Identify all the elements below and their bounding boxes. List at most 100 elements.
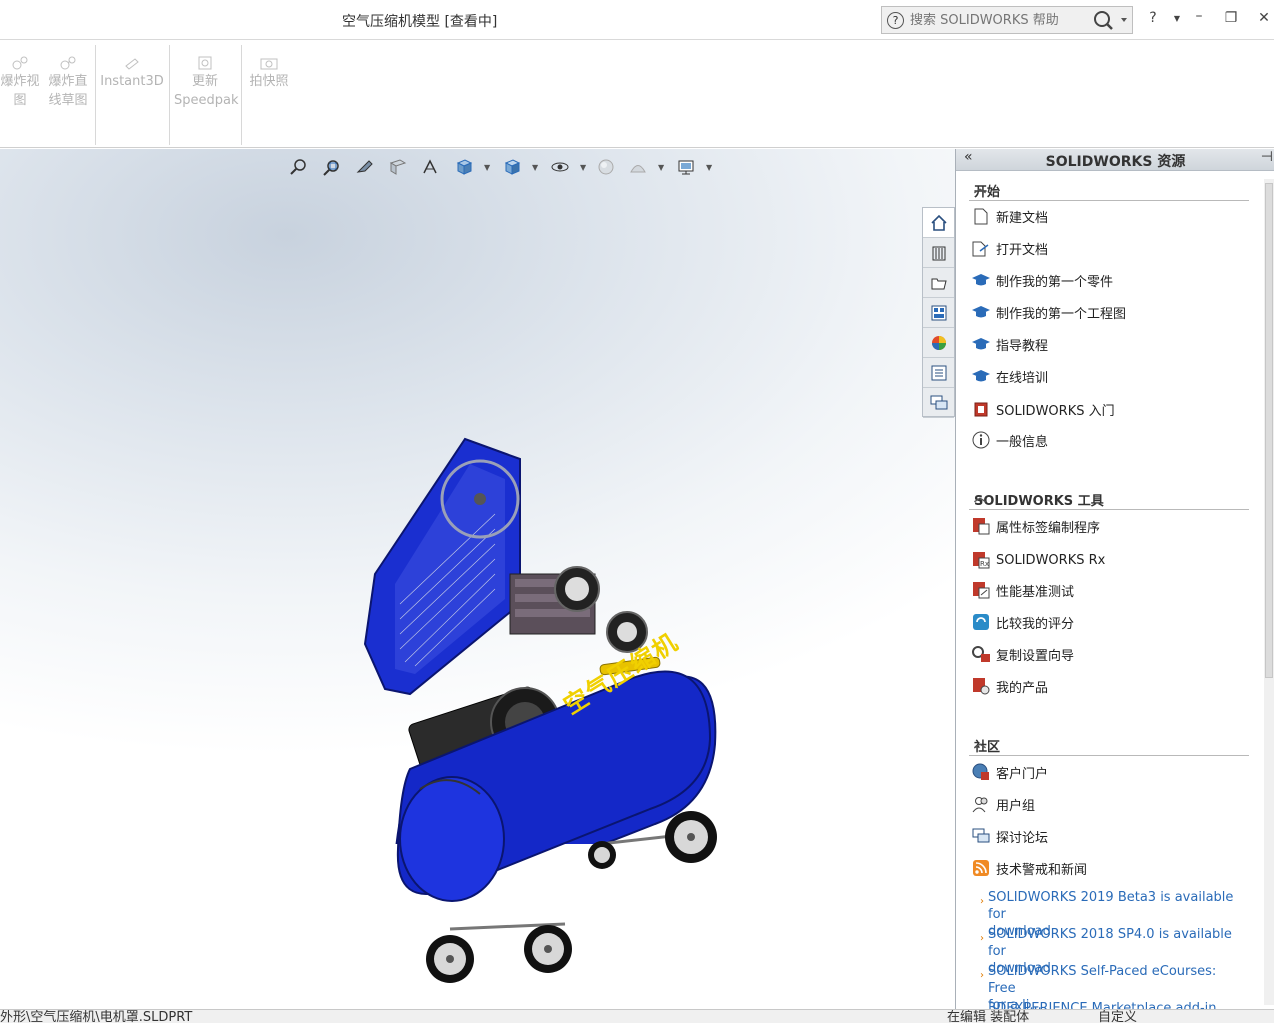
restore-button[interactable]: ❐ [1222, 10, 1240, 26]
rear-left-wheel [588, 841, 616, 869]
link-label: 一般信息 [996, 434, 1049, 450]
bullet-icon: › [980, 933, 984, 944]
tab-file-explorer[interactable] [923, 268, 954, 298]
hide-show-items-icon[interactable] [550, 157, 570, 177]
help-search-input[interactable] [910, 10, 1086, 30]
link-tech-alerts-news[interactable]: 技术警戒和新闻 [971, 857, 1087, 879]
tab-custom-properties[interactable] [923, 358, 954, 388]
dynamic-annotation-icon[interactable] [421, 157, 441, 177]
news-line-1: SOLIDWORKS Self-Paced eCourses: Free [988, 964, 1217, 996]
pin-pane-button[interactable]: ⊣ [1261, 149, 1273, 165]
minimize-button[interactable]: – [1190, 8, 1208, 24]
hide-show-dropdown-icon[interactable]: ▼ [580, 163, 586, 172]
ribbon-separator [169, 45, 170, 145]
link-discussion-forum[interactable]: 探讨论坛 [971, 825, 1048, 847]
link-general-info[interactable]: 一般信息 [971, 429, 1048, 451]
camera-icon [260, 58, 278, 70]
home-icon [930, 214, 947, 231]
status-file-path: 外形\空气压缩机\电机罩.SLDPRT [0, 1010, 193, 1023]
link-solidworks-intro[interactable]: SOLIDWORKS 入门 [971, 398, 1115, 420]
link-label: 制作我的第一个零件 [996, 274, 1114, 290]
view-orientation-dropdown-icon[interactable]: ▼ [484, 163, 490, 172]
view-settings-icon[interactable] [676, 157, 696, 177]
tab-solidworks-resources[interactable] [923, 208, 954, 238]
tab-appearances[interactable] [923, 328, 954, 358]
close-button[interactable]: ✕ [1255, 10, 1273, 26]
link-new-document[interactable]: 新建文档 [971, 205, 1048, 227]
search-icon[interactable] [1090, 9, 1130, 31]
snapshot-button[interactable]: 拍快照 [246, 56, 292, 91]
scrollbar-thumb[interactable] [1265, 183, 1273, 678]
forum-icon [971, 827, 991, 845]
section-view-icon[interactable] [388, 157, 408, 177]
link-label: 指导教程 [996, 338, 1049, 354]
link-label: 比较我的评分 [996, 616, 1075, 632]
view-palette-icon [931, 305, 946, 320]
link-copy-settings-wizard[interactable]: 复制设置向导 [971, 643, 1074, 665]
link-property-tab-builder[interactable]: 属性标签编制程序 [971, 515, 1100, 537]
link-label: 复制设置向导 [996, 648, 1075, 664]
help-question-icon[interactable]: ? [887, 12, 904, 29]
link-compare-score[interactable]: 比较我的评分 [971, 611, 1074, 633]
tab-view-palette[interactable] [923, 298, 954, 328]
compare-icon [971, 613, 991, 631]
section-header-tools[interactable]: SOLIDWORKS 工具 ︿ [969, 488, 1249, 510]
apply-scene-icon[interactable] [628, 157, 648, 177]
chevron-up-icon[interactable]: ︿ [974, 734, 1241, 751]
custom-properties-icon [931, 365, 946, 380]
task-pane-scrollbar[interactable] [1264, 179, 1274, 1005]
display-style-icon[interactable] [502, 157, 522, 177]
chevron-up-icon[interactable]: ︿ [974, 179, 1241, 196]
link-customer-portal[interactable]: 客户门户 [971, 761, 1048, 783]
tab-forum[interactable] [923, 388, 954, 418]
update-speedpak-button[interactable]: 更新 Speedpak [174, 56, 239, 110]
link-label: 技术警戒和新闻 [996, 862, 1088, 878]
help-dropdown-icon[interactable]: ▼ [1168, 14, 1186, 23]
instant3d-button[interactable]: Instant3D [100, 56, 164, 91]
link-solidworks-rx[interactable]: Rx SOLIDWORKS Rx [971, 549, 1105, 571]
link-label: 新建文档 [996, 210, 1049, 226]
graphics-area[interactable]: ▼ ▼ ▼ ▼ ▼ 空气压缩机 [0, 149, 955, 1009]
section-header-community[interactable]: 社区 ︿ [969, 734, 1249, 756]
instant3d-icon [125, 58, 139, 70]
explode-line-sketch-button[interactable]: 爆炸直 线草图 [44, 56, 92, 110]
link-user-group[interactable]: 用户组 [971, 793, 1035, 815]
front-left-wheel [426, 935, 474, 983]
explode-view-label-2: 图 [13, 93, 27, 108]
graduation-cap-icon [971, 367, 991, 385]
solidworks-icon [971, 400, 991, 418]
link-label: 探讨论坛 [996, 830, 1049, 846]
link-label: 我的产品 [996, 680, 1049, 696]
previous-view-icon[interactable] [355, 157, 375, 177]
link-first-drawing[interactable]: 制作我的第一个工程图 [971, 301, 1126, 323]
edit-appearance-icon[interactable] [596, 157, 616, 177]
new-document-icon [971, 207, 991, 225]
link-benchmark[interactable]: 性能基准测试 [971, 579, 1074, 601]
status-custom-units[interactable]: 自定义 [1098, 1011, 1137, 1023]
explode-view-button[interactable]: 爆炸视 图 [0, 56, 40, 110]
user-group-icon [971, 795, 991, 813]
chevron-up-icon[interactable]: ︿ [974, 488, 1241, 505]
appearances-icon [931, 335, 946, 350]
display-style-dropdown-icon[interactable]: ▼ [532, 163, 538, 172]
open-document-icon [971, 239, 991, 257]
link-first-part[interactable]: 制作我的第一个零件 [971, 269, 1113, 291]
link-tutorials[interactable]: 指导教程 [971, 333, 1048, 355]
link-label: 打开文档 [996, 242, 1049, 258]
zoom-to-area-icon[interactable] [322, 157, 342, 177]
tab-design-library[interactable] [923, 238, 954, 268]
rear-right-wheel [665, 811, 717, 863]
link-online-training[interactable]: 在线培训 [971, 365, 1048, 387]
link-my-products[interactable]: 我的产品 [971, 675, 1048, 697]
window-title: 空气压缩机模型 [查看中] [342, 14, 498, 30]
help-search-box[interactable]: ? [881, 6, 1133, 34]
help-menu-button[interactable]: ? [1144, 10, 1162, 26]
news-line-1: SOLIDWORKS 2018 SP4.0 is available for [988, 927, 1232, 959]
zoom-to-fit-icon[interactable] [288, 157, 308, 177]
view-settings-dropdown-icon[interactable]: ▼ [706, 163, 712, 172]
view-orientation-icon[interactable] [454, 157, 474, 177]
apply-scene-dropdown-icon[interactable]: ▼ [658, 163, 664, 172]
link-open-document[interactable]: 打开文档 [971, 237, 1048, 259]
section-header-start[interactable]: 开始 ︿ [969, 179, 1249, 201]
task-pane-tabs [922, 207, 955, 418]
